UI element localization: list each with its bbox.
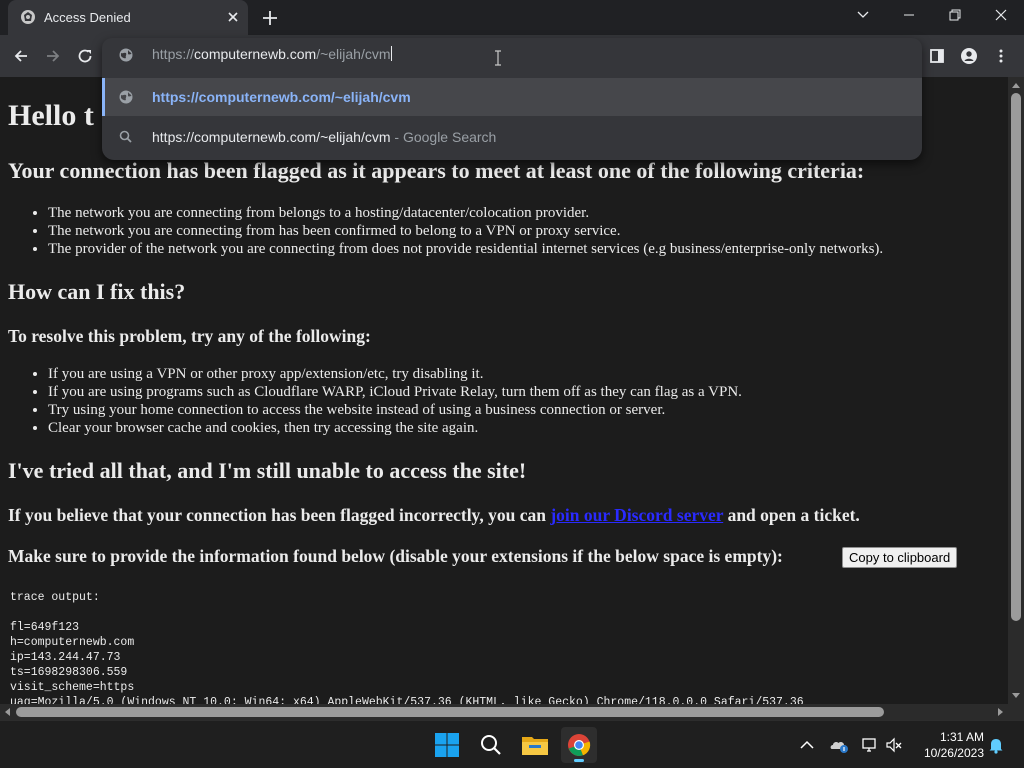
incorrect-flag-text: If you believe that your connection has … (8, 505, 860, 526)
volume-muted-icon[interactable] (884, 735, 904, 755)
reload-icon (78, 49, 92, 63)
tab-access-denied[interactable]: Access Denied (8, 0, 248, 35)
side-panel-button[interactable] (922, 41, 952, 71)
ibeam-cursor-icon (495, 50, 501, 66)
file-explorer-button[interactable] (517, 727, 553, 763)
list-item: The network you are connecting from has … (48, 222, 883, 240)
page-content: Hello t Your connection has been flagged… (0, 77, 1008, 704)
list-item: If you are using a VPN or other proxy ap… (48, 365, 742, 383)
fixes-list: If you are using a VPN or other proxy ap… (0, 365, 742, 437)
address-input[interactable]: https://computernewb.com/~elijah/cvm (152, 46, 852, 62)
list-item: The provider of the network you are conn… (48, 240, 883, 258)
onedrive-icon[interactable] (829, 735, 849, 755)
address-host: computernewb.com (194, 46, 317, 62)
address-scheme: https:// (152, 46, 195, 62)
taskbar-search-button[interactable] (473, 727, 509, 763)
flagged-heading: Your connection has been flagged as it a… (8, 158, 865, 183)
reload-button[interactable] (70, 41, 100, 71)
horizontal-scrollbar[interactable] (0, 704, 1008, 720)
criteria-list: The network you are connecting from belo… (0, 204, 883, 258)
windows-logo-icon (435, 733, 459, 757)
taskbar-clock[interactable]: 1:31 AM 10/26/2023 (912, 729, 984, 761)
search-icon (119, 130, 132, 143)
fix-heading: How can I fix this? (8, 279, 186, 304)
address-path: /~elijah/cvm (316, 46, 391, 62)
arrow-left-icon (14, 50, 27, 62)
omnibox[interactable]: https://computernewb.com/~elijah/cvm htt… (102, 38, 922, 160)
scroll-left-icon[interactable] (5, 708, 10, 716)
new-tab-icon[interactable] (258, 6, 282, 30)
restore-button[interactable] (932, 0, 978, 30)
network-icon[interactable] (860, 735, 880, 755)
notification-bell-icon[interactable] (986, 735, 1006, 755)
scrollbar-corner (1008, 704, 1024, 720)
show-hidden-icons-icon[interactable] (797, 735, 817, 755)
scroll-up-icon[interactable] (1012, 83, 1020, 88)
active-app-indicator (574, 759, 584, 762)
scroll-down-icon[interactable] (1012, 693, 1020, 698)
chevron-down-icon (857, 11, 869, 18)
search-icon (481, 735, 501, 755)
profile-button[interactable] (954, 41, 984, 71)
menu-button[interactable] (986, 41, 1016, 71)
tab-title: Access Denied (44, 10, 131, 25)
more-vertical-icon (999, 49, 1003, 63)
omnibox-suggestion-url[interactable]: https://computernewb.com/~elijah/cvm (102, 78, 922, 116)
chrome-taskbar-button[interactable] (561, 727, 597, 763)
resolve-heading: To resolve this problem, try any of the … (8, 326, 371, 346)
copy-to-clipboard-button[interactable]: Copy to clipboard (842, 547, 958, 568)
minimize-icon (904, 14, 914, 16)
incorrect-text-after: and open a ticket. (723, 505, 860, 525)
clock-time: 1:31 AM (939, 730, 984, 744)
suggestion-suffix: - Google Search (390, 129, 497, 145)
omnibox-suggestion-search[interactable]: https://computernewb.com/~elijah/cvm - G… (102, 118, 922, 156)
vertical-scroll-thumb[interactable] (1011, 93, 1021, 621)
suggestion-text: https://computernewb.com/~elijah/cvm - G… (152, 129, 496, 145)
incorrect-text-before: If you believe that your connection has … (8, 505, 551, 525)
list-item: Try using your home connection to access… (48, 401, 742, 419)
close-window-button[interactable] (978, 0, 1024, 30)
folder-icon (522, 737, 548, 755)
arrow-right-icon (47, 50, 60, 62)
taskbar: 1:31 AM 10/26/2023 (0, 720, 1024, 768)
list-item: If you are using programs such as Cloudf… (48, 383, 742, 401)
suggestion-text: https://computernewb.com/~elijah/cvm (152, 89, 411, 105)
tab-search-button[interactable] (840, 0, 886, 30)
site-favicon-icon (21, 10, 35, 24)
side-panel-icon (930, 49, 944, 63)
clock-date: 10/26/2023 (923, 746, 984, 760)
globe-icon (119, 90, 133, 104)
restore-icon (949, 9, 961, 21)
trace-output: trace output: fl=649f123 h=computernewb.… (10, 591, 804, 704)
text-caret (390, 46, 392, 61)
discord-link[interactable]: join our Discord server (550, 505, 723, 525)
scroll-right-icon[interactable] (998, 708, 1003, 716)
tab-strip: Access Denied (0, 0, 1024, 35)
minimize-button[interactable] (886, 0, 932, 30)
list-item: Clear your browser cache and cookies, th… (48, 419, 742, 437)
suggestion-query: https://computernewb.com/~elijah/cvm (152, 129, 391, 145)
list-item: The network you are connecting from belo… (48, 204, 883, 222)
globe-icon (119, 48, 133, 62)
start-button[interactable] (429, 727, 465, 763)
close-tab-icon[interactable] (224, 8, 242, 26)
profile-icon (961, 48, 977, 64)
info-text: Make sure to provide the information fou… (8, 546, 783, 566)
tried-heading: I've tried all that, and I'm still unabl… (8, 458, 527, 483)
forward-button[interactable] (38, 41, 68, 71)
chrome-icon (568, 734, 591, 756)
back-button[interactable] (6, 41, 36, 71)
vertical-scrollbar[interactable] (1008, 77, 1024, 704)
close-icon (995, 9, 1007, 21)
horizontal-scroll-thumb[interactable] (16, 707, 884, 717)
page-title: Hello t (8, 99, 94, 132)
